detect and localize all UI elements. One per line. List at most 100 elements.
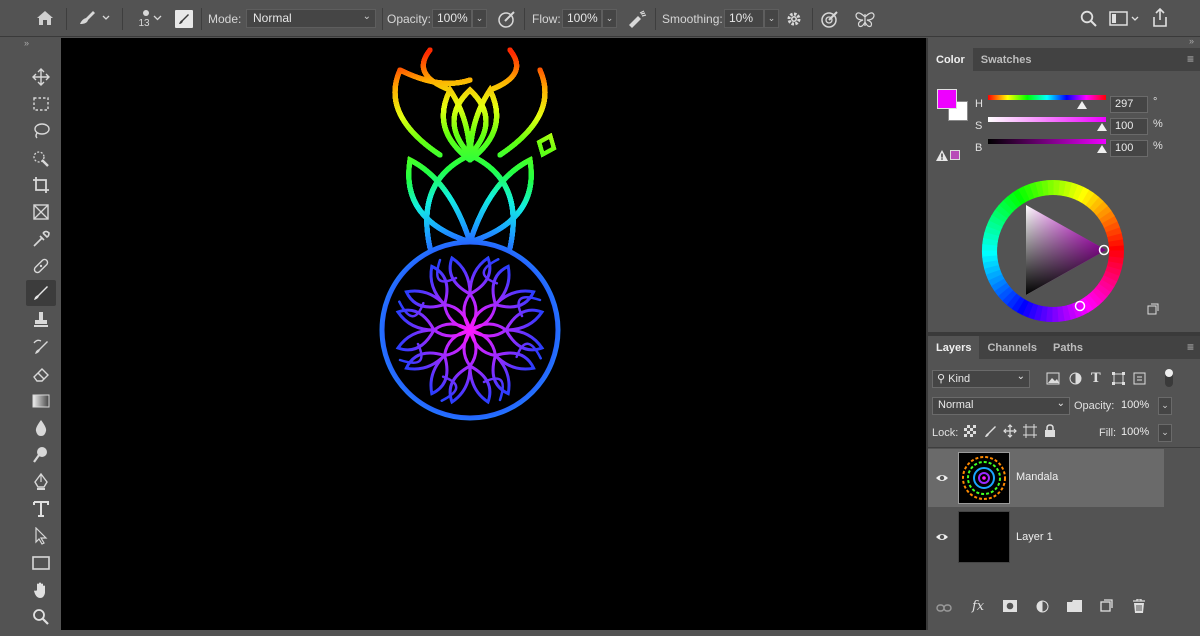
tab-layers[interactable]: Layers <box>928 336 980 359</box>
blend-mode-dropdown[interactable]: Normal ⌄ <box>932 397 1070 415</box>
layer-name-layer-1[interactable]: Layer 1 <box>1016 531 1053 543</box>
brightness-input[interactable]: 100 <box>1110 140 1148 157</box>
move-tool-icon[interactable] <box>26 64 56 90</box>
color-wheel-options-icon[interactable] <box>1147 303 1159 318</box>
eye-icon[interactable] <box>935 530 949 544</box>
new-layer-icon[interactable] <box>1100 599 1113 615</box>
stamp-tool-icon[interactable] <box>26 307 56 333</box>
blur-tool-icon[interactable] <box>26 415 56 441</box>
brush-size-caret-icon[interactable] <box>152 12 162 24</box>
saturation-slider-thumb[interactable] <box>1097 123 1107 131</box>
type-tool-icon[interactable] <box>26 496 56 522</box>
smoothing-input[interactable]: 10% <box>724 9 764 28</box>
layers-bottom-toolbar: fx <box>928 592 1200 636</box>
lock-transparent-pixels-icon[interactable] <box>964 425 976 440</box>
pen-tool-icon[interactable] <box>26 469 56 495</box>
eyedropper-tool-icon[interactable] <box>26 226 56 252</box>
hue-slider[interactable] <box>988 95 1106 100</box>
tab-channels[interactable]: Channels <box>979 336 1045 359</box>
filter-smart-object-icon[interactable] <box>1133 372 1146 388</box>
trash-icon[interactable] <box>1133 598 1145 616</box>
panel-menu-icon[interactable]: ≡ <box>1187 340 1194 354</box>
tab-color[interactable]: Color <box>928 48 973 71</box>
filter-pixel-icon[interactable] <box>1046 372 1060 388</box>
color-panel: » Color Swatches ≡ H 297 ° S 100 % B 100… <box>928 36 1200 332</box>
hue-input[interactable]: 297 <box>1110 96 1148 113</box>
group-folder-icon[interactable] <box>1067 600 1082 615</box>
healing-tool-icon[interactable] <box>26 253 56 279</box>
zoom-tool-icon[interactable] <box>26 604 56 630</box>
filter-type-icon[interactable]: T <box>1091 371 1101 386</box>
panel-menu-icon[interactable]: ≡ <box>1187 52 1194 66</box>
quick-select-tool-icon[interactable] <box>26 145 56 171</box>
lock-position-icon[interactable] <box>1003 424 1017 441</box>
hand-tool-icon[interactable] <box>26 577 56 603</box>
hue-slider-thumb[interactable] <box>1077 101 1087 109</box>
layer-opacity-input[interactable]: 100% <box>1118 397 1158 415</box>
lock-all-icon[interactable] <box>1044 424 1056 441</box>
smoothing-dropdown-button[interactable]: ⌄ <box>764 9 779 28</box>
layer-filter-dropdown[interactable]: ⚲ Kind ⌄ <box>932 370 1030 388</box>
dodge-tool-icon[interactable] <box>26 442 56 468</box>
flow-dropdown-button[interactable]: ⌄ <box>602 9 617 28</box>
fill-input[interactable]: 100% <box>1119 424 1159 442</box>
crop-tool-icon[interactable] <box>26 172 56 198</box>
tab-swatches[interactable]: Swatches <box>973 48 1040 71</box>
layer-name-mandala[interactable]: Mandala <box>1016 471 1058 483</box>
airbrush-icon[interactable] <box>625 8 649 29</box>
foreground-color-swatch[interactable] <box>937 89 957 109</box>
eraser-tool-icon[interactable] <box>26 361 56 387</box>
path-select-tool-icon[interactable] <box>26 523 56 549</box>
workspace-layout-icon[interactable] <box>1108 8 1142 29</box>
link-icon[interactable] <box>936 602 952 616</box>
saturation-input[interactable]: 100 <box>1110 118 1148 135</box>
filter-toggle-switch[interactable] <box>1165 369 1173 387</box>
filter-adjustment-icon[interactable] <box>1069 372 1082 388</box>
brightness-slider-thumb[interactable] <box>1097 145 1107 153</box>
opacity-dropdown-button[interactable]: ⌄ <box>472 9 487 28</box>
tab-paths[interactable]: Paths <box>1045 336 1091 359</box>
gear-icon[interactable] <box>784 8 804 29</box>
pressure-opacity-icon[interactable] <box>496 8 518 29</box>
brush-settings-panel-icon[interactable] <box>173 8 195 29</box>
rectangle-tool-icon[interactable] <box>26 550 56 576</box>
document-canvas[interactable] <box>61 38 926 630</box>
opacity-input[interactable]: 100% <box>432 9 472 28</box>
brush-preset-icon[interactable] <box>76 8 112 28</box>
saturation-slider[interactable] <box>988 117 1106 122</box>
brightness-label: B <box>975 142 983 154</box>
mode-value: Normal <box>253 11 292 25</box>
history-brush-tool-icon[interactable] <box>26 334 56 360</box>
marquee-tool-icon[interactable] <box>26 91 56 117</box>
share-icon[interactable] <box>1150 7 1170 29</box>
filter-shape-icon[interactable] <box>1112 372 1125 388</box>
frame-tool-icon[interactable] <box>26 199 56 225</box>
fill-dropdown-button[interactable]: ⌄ <box>1158 424 1172 442</box>
mask-icon[interactable] <box>1003 600 1017 615</box>
symmetry-butterfly-icon[interactable] <box>853 8 877 29</box>
brightness-slider[interactable] <box>988 139 1106 144</box>
eye-icon[interactable] <box>935 471 949 485</box>
collapse-arrows-icon[interactable]: » <box>1189 36 1194 46</box>
lasso-tool-icon[interactable] <box>26 118 56 144</box>
color-wheel[interactable] <box>980 178 1126 324</box>
adjustment-icon[interactable] <box>1036 600 1049 616</box>
layer-opacity-dropdown-button[interactable]: ⌄ <box>1158 397 1172 415</box>
fx-icon[interactable]: fx <box>972 599 984 614</box>
gamut-color-swatch[interactable] <box>950 150 960 160</box>
out-of-gamut-warning-icon[interactable] <box>936 150 948 164</box>
pressure-size-icon[interactable] <box>819 8 841 29</box>
home-icon[interactable] <box>34 8 56 28</box>
lock-artboard-icon[interactable] <box>1023 424 1037 441</box>
saturation-value: 100 <box>1115 120 1134 132</box>
layer-row-mandala[interactable]: Mandala <box>928 449 1164 507</box>
flow-input[interactable]: 100% <box>562 9 602 28</box>
gradient-tool-icon[interactable] <box>26 388 56 414</box>
layer-row-layer-1[interactable]: Layer 1 <box>928 508 1164 566</box>
saturation-label: S <box>975 120 983 132</box>
brush-tool-icon[interactable] <box>26 280 56 306</box>
collapse-arrows-icon[interactable]: » <box>24 38 29 48</box>
lock-image-pixels-icon[interactable] <box>984 425 997 441</box>
search-icon[interactable] <box>1078 8 1100 29</box>
mode-dropdown[interactable]: Normal ⌄ <box>246 9 376 28</box>
